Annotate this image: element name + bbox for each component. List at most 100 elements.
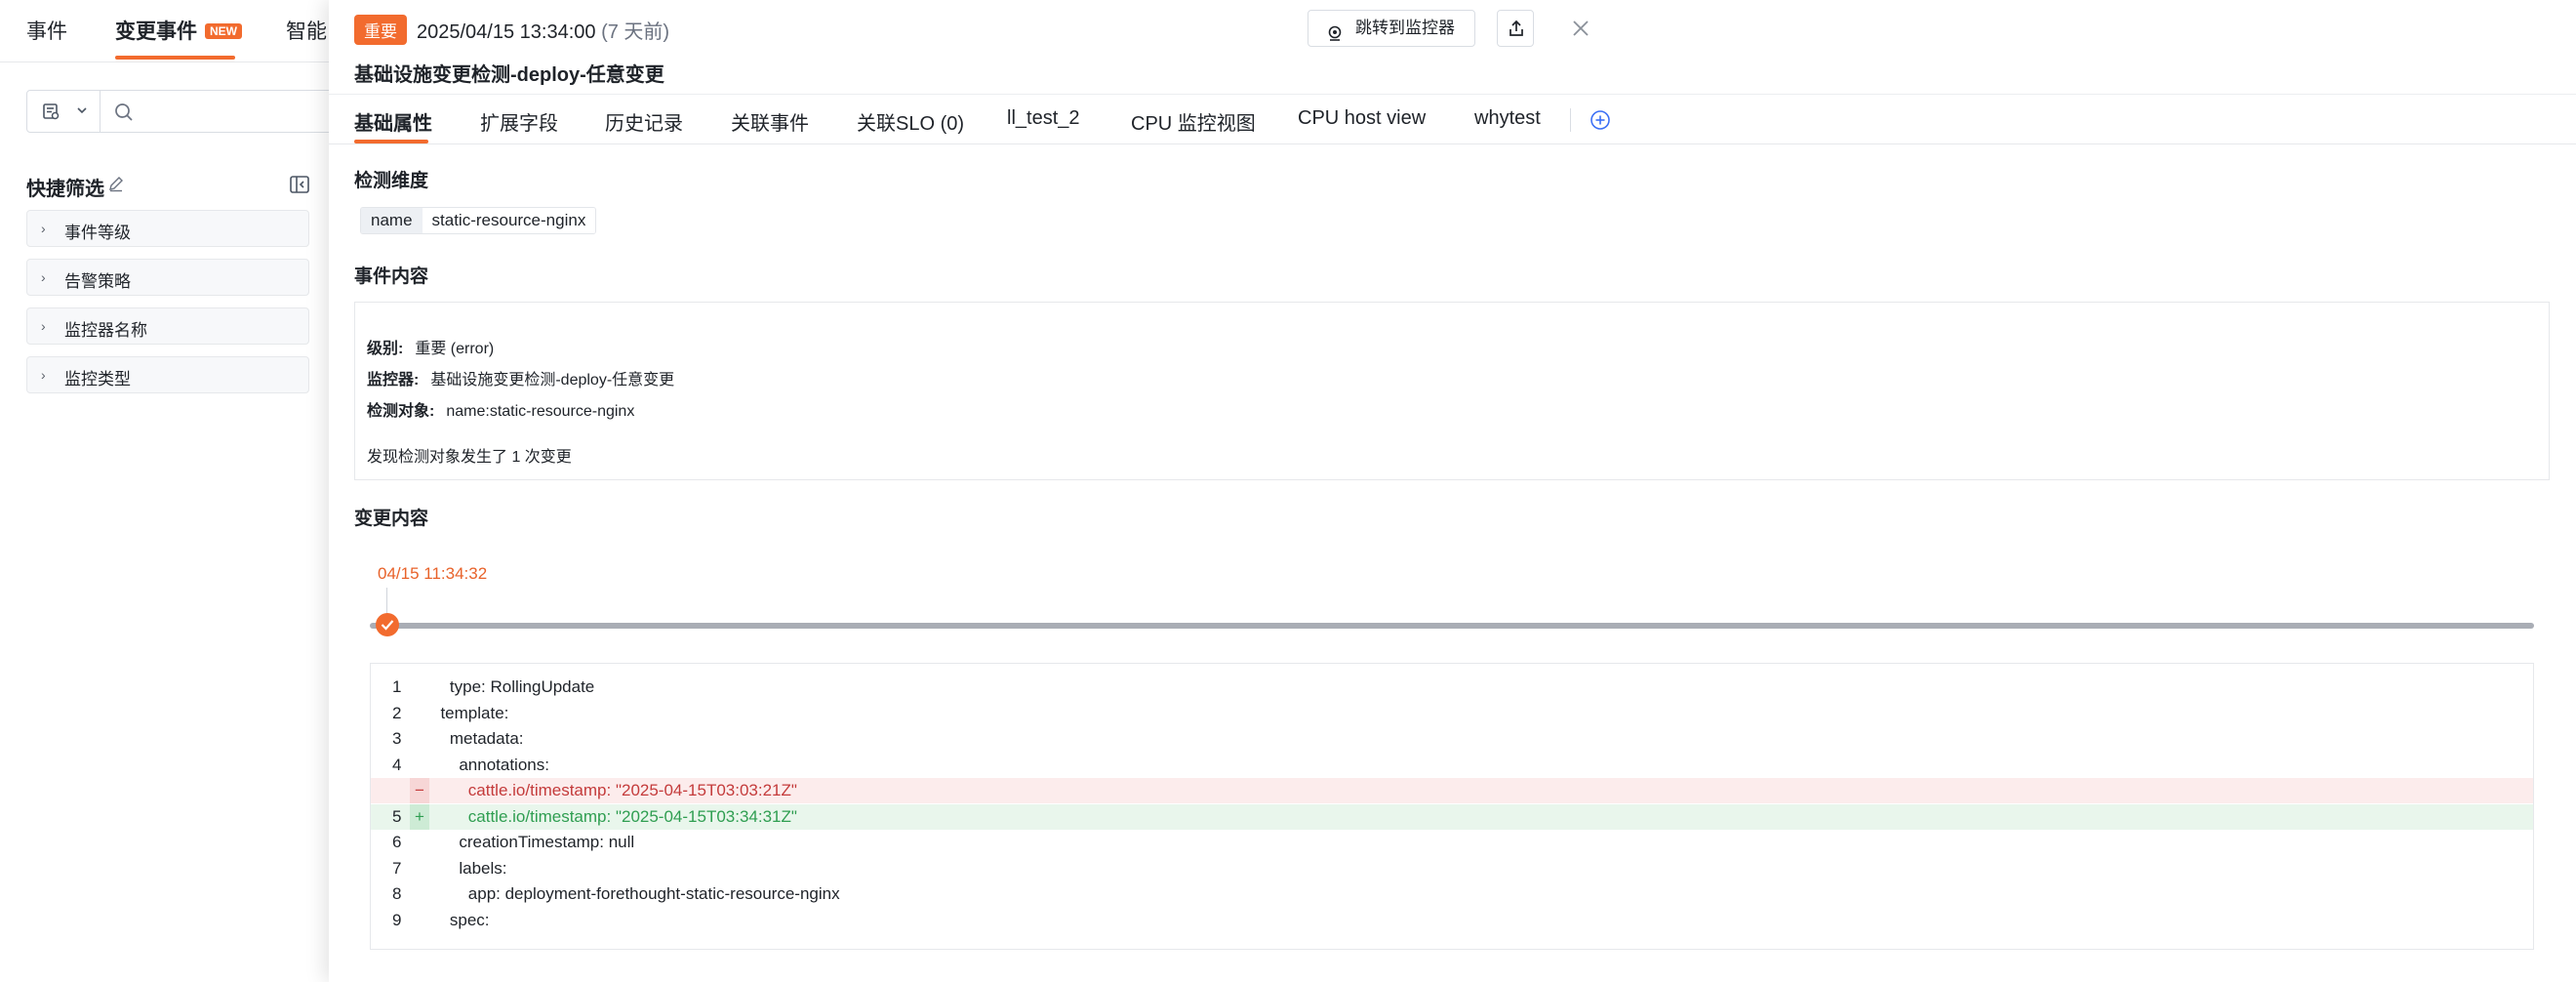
line-number: 5 — [392, 806, 402, 826]
tab-related-slo[interactable]: 关联SLO (0) — [857, 107, 964, 136]
new-badge: NEW — [205, 23, 242, 39]
level-label: 级别: — [367, 341, 404, 357]
diff-line: 6 creationTimestamp: null — [371, 830, 2533, 855]
line-number: 2 — [392, 703, 402, 722]
event-content-box: 级别: 重要 (error) 监控器: 基础设施变更检测-deploy-任意变更 检… — [354, 302, 2550, 480]
diff-line-added: 5 + cattle.io/timestamp: "2025-04-15T03:3… — [371, 803, 2533, 830]
filter-event-level[interactable]: › 事件等级 — [26, 210, 309, 247]
dimension-value: static-resource-nginx — [422, 208, 596, 233]
monitor-value: 基础设施变更检测-deploy-任意变更 — [430, 372, 675, 389]
chevron-right-icon: › — [41, 367, 46, 383]
filter-monitor-name[interactable]: › 监控器名称 — [26, 307, 309, 345]
diff-line: 2 template: — [371, 701, 2533, 726]
monitor-icon — [1326, 20, 1344, 55]
chevron-right-icon: › — [41, 318, 46, 334]
diff-line: 3 metadata: — [371, 726, 2533, 752]
level-value: 重要 (error) — [415, 341, 495, 357]
diff-marker — [410, 701, 429, 726]
code-text: spec: — [431, 910, 490, 929]
line-number: 7 — [392, 858, 402, 878]
target-value: name:static-resource-nginx — [446, 403, 635, 420]
diff-line: 4 annotations: — [371, 753, 2533, 778]
filter-label: 告警策略 — [64, 272, 131, 291]
filter-alert-policy[interactable]: › 告警策略 — [26, 259, 309, 296]
detail-tabs: 基础属性 扩展字段 历史记录 关联事件 关联SLO (0) ll_test_2 … — [329, 94, 2576, 144]
diff-marker — [410, 675, 429, 700]
active-tab-underline — [354, 140, 428, 143]
line-number: 6 — [392, 833, 402, 851]
diff-marker — [410, 726, 429, 752]
line-number: 8 — [392, 884, 402, 903]
timeline-track — [370, 623, 2534, 629]
background-page: 事件 变更事件 NEW 智能 快捷筛选 › 事件等级 › 告警策略 › 监控器名称 › 监… — [0, 0, 348, 982]
timeline-point[interactable] — [376, 613, 399, 636]
diff-marker: − — [410, 778, 429, 803]
code-text: type: RollingUpdate — [431, 677, 595, 696]
timestamp-value: 2025/04/15 13:34:00 — [417, 21, 596, 43]
add-tab-icon[interactable] — [1590, 109, 1611, 136]
filter-label: 事件等级 — [64, 224, 131, 242]
top-tabs: 事件 变更事件 NEW 智能 — [0, 0, 332, 62]
line-number: 9 — [392, 910, 402, 929]
diff-line: 1 type: RollingUpdate — [371, 675, 2533, 700]
diff-viewer: 1 type: RollingUpdate 2 template: 3 metada… — [370, 663, 2534, 950]
code-text: cattle.io/timestamp: "2025-04-15T03:03:2… — [431, 781, 797, 799]
event-target-row: 检测对象: name:static-resource-nginx — [367, 397, 634, 421]
diff-marker — [410, 830, 429, 855]
dimension-key: name — [361, 208, 423, 233]
tab-events[interactable]: 事件 — [26, 16, 67, 45]
event-timestamp: 2025/04/15 13:34:00 (7 天前) — [417, 16, 669, 44]
active-tab-underline — [115, 56, 235, 60]
tab-cpu-monitor-view[interactable]: CPU 监控视图 — [1131, 107, 1256, 136]
filter-label: 监控器名称 — [64, 321, 147, 340]
edit-icon[interactable] — [107, 175, 125, 197]
search-icon[interactable] — [113, 102, 135, 128]
diff-line-removed: − cattle.io/timestamp: "2025-04-15T03:03… — [371, 778, 2533, 803]
check-icon — [381, 620, 394, 631]
filter-monitor-type[interactable]: › 监控类型 — [26, 356, 309, 393]
event-content-title: 事件内容 — [354, 266, 429, 287]
search-type-select[interactable] — [27, 91, 101, 132]
code-text: metadata: — [431, 729, 524, 748]
diff-line: 9 spec: — [371, 908, 2533, 933]
tab-change-events-label: 变更事件 — [115, 20, 197, 43]
tab-extended-fields[interactable]: 扩展字段 — [480, 107, 558, 136]
jump-to-monitor-button[interactable]: 跳转到监控器 — [1308, 10, 1475, 47]
line-number: 1 — [392, 677, 402, 696]
share-button[interactable] — [1497, 10, 1534, 47]
tab-divider — [1570, 108, 1571, 132]
event-level-row: 级别: 重要 (error) — [367, 335, 494, 358]
code-text: template: — [431, 703, 509, 722]
diff-line: 7 labels: — [371, 856, 2533, 881]
diff-marker — [410, 753, 429, 778]
event-summary: 发现检测对象发生了 1 次变更 — [367, 449, 572, 466]
code-text: cattle.io/timestamp: "2025-04-15T03:34:3… — [431, 806, 797, 826]
code-text: app: deployment-forethought-static-resou… — [431, 884, 840, 903]
tab-history[interactable]: 历史记录 — [605, 107, 683, 136]
diff-marker — [410, 908, 429, 933]
database-icon — [41, 102, 60, 126]
collapse-sidebar-icon[interactable] — [289, 174, 310, 200]
tab-ll-test-2[interactable]: ll_test_2 — [1007, 107, 1080, 130]
diff-marker — [410, 881, 429, 907]
tab-basic-attributes[interactable]: 基础属性 — [354, 107, 432, 136]
line-number: 3 — [392, 729, 402, 748]
drawer-title: 基础设施变更检测-deploy-任意变更 — [354, 64, 664, 86]
relative-time: (7 天前) — [601, 21, 670, 43]
event-detail-drawer: 重要 2025/04/15 13:34:00 (7 天前) 跳转到监控器 基础设… — [329, 0, 2576, 982]
quick-filter-title: 快捷筛选 — [26, 179, 104, 200]
severity-badge: 重要 — [354, 15, 407, 45]
chevron-right-icon: › — [41, 221, 46, 236]
close-icon[interactable] — [1568, 16, 1593, 41]
diff-marker: + — [410, 803, 429, 830]
tab-related-events[interactable]: 关联事件 — [731, 107, 809, 136]
tab-intelligent[interactable]: 智能 — [286, 16, 327, 45]
diff-marker — [410, 856, 429, 881]
target-label: 检测对象: — [367, 403, 435, 420]
search-bar — [26, 90, 348, 133]
tab-whytest[interactable]: whytest — [1474, 107, 1541, 130]
change-content-title: 变更内容 — [354, 509, 429, 529]
tab-change-events[interactable]: 变更事件 NEW — [115, 16, 242, 45]
jump-to-monitor-label: 跳转到监控器 — [1355, 19, 1455, 37]
tab-cpu-host-view[interactable]: CPU host view — [1298, 107, 1426, 130]
